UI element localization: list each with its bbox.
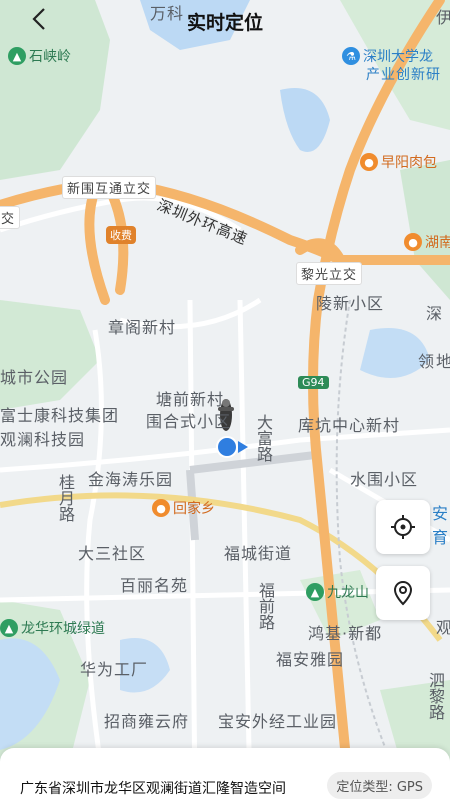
toll-badge: 收费 [106,226,136,244]
map-label-fuqian: 福前路 [256,582,275,630]
map-label-dasan: 大三社区 [78,544,147,563]
map-label-guiyue: 桂月路 [56,474,75,522]
location-type-badge: 定位类型: GPS [327,772,432,799]
poi-label: 龙华环城绿道 [21,621,105,637]
food-icon: ● [360,153,378,171]
top-bar: 实时定位 [0,0,450,40]
map-label-xinwei: 新围互通立交 [62,176,157,199]
park-icon: ▲ [8,47,26,65]
map-label-zhaoshang: 招商雍云府 [104,712,190,731]
map-label-chengshi: 城市公园 [0,368,69,387]
map-label-edge-2: 育 [432,528,450,547]
location-pin-icon [393,580,413,606]
poi-label: 石峡岭 [29,49,71,65]
map-label-ling: 领 [418,352,436,371]
map-label-guanlan: 观澜科技园 [0,430,86,449]
poi-zaoyang[interactable]: ● 早阳肉包 [360,152,437,172]
poi-jiulongshan[interactable]: ▲ 九龙山 [306,582,369,602]
map-label-jinhai: 金海涛乐园 [88,470,174,489]
poi-huijiaxiang[interactable]: ● 回家乡 [152,498,215,518]
location-info-panel: 广东省深圳市龙华区观澜街道汇隆智造空间 定位类型: GPS [0,748,450,800]
highway-shield-g94: G94 [298,376,329,389]
map-label-dafu: 大富路 [254,414,273,462]
food-icon: ● [152,499,170,517]
map-label-zhangge: 章阁新村 [108,318,177,337]
map-label-edge-1: 安 [432,504,450,523]
map-canvas[interactable] [0,0,450,800]
map-label-liguang: 黎光立交 [296,262,363,285]
park-icon: ▲ [0,619,18,637]
map-label-fuanya: 福安雅园 [276,650,345,669]
crosshair-icon [391,515,415,539]
map-label-szu-2: 产业创新研 [366,67,441,83]
poi-label: 早阳肉包 [381,155,437,171]
poi-szu[interactable]: ⚗ 深圳大学龙 [342,46,433,66]
poi-label: 九龙山 [327,585,369,601]
poi-hunan[interactable]: ● 湖南 [404,232,450,252]
page-title: 实时定位 [186,12,263,34]
poi-label: 湖南 [425,235,450,251]
map-label-lingxin: 陵新小区 [316,294,385,313]
map-label-fushikang: 富士康科技集团 [0,406,120,425]
poi-label: 回家乡 [173,501,215,517]
map-label-hongji: 鸿基·新都 [308,624,383,643]
map-label-shen: 深 [426,304,444,323]
map-label-lingdi: 地 [436,352,450,371]
map-label-fucheng: 福城街道 [224,544,293,563]
map-label-baoan: 宝安外经工业园 [218,712,338,731]
address-text: 广东省深圳市龙华区观澜街道汇隆智造空间 [20,781,286,797]
map-label-huawei: 华为工厂 [80,660,149,679]
locate-button[interactable] [376,500,430,554]
map-label-baili: 百丽名苑 [120,576,189,595]
school-icon: ⚗ [342,47,360,65]
map-screen: 万科 ▲ 石峡岭 ⚗ 深圳大学龙 产业创新研 ● 早阳肉包 新围互通立交 交 深… [0,0,450,800]
map-label-guan: 观 [436,618,450,637]
map-label-tangqian: 塘前新村 [156,390,225,409]
poi-label: 深圳大学龙 [363,49,433,65]
map-label-shuiwei: 水围小区 [350,470,419,489]
food-icon: ● [404,233,422,251]
map-label-silin: 泗黎路 [426,672,445,720]
poi-longhua-greenway[interactable]: ▲ 龙华环城绿道 [0,618,105,638]
location-pin-button[interactable] [376,566,430,620]
park-icon: ▲ [306,583,324,601]
map-label-weihe: 围合式小区 [146,412,232,431]
map-label-jiao: 交 [0,206,21,229]
poi-shixialing[interactable]: ▲ 石峡岭 [8,46,71,66]
map-label-kukeng: 库坑中心新村 [298,416,401,435]
